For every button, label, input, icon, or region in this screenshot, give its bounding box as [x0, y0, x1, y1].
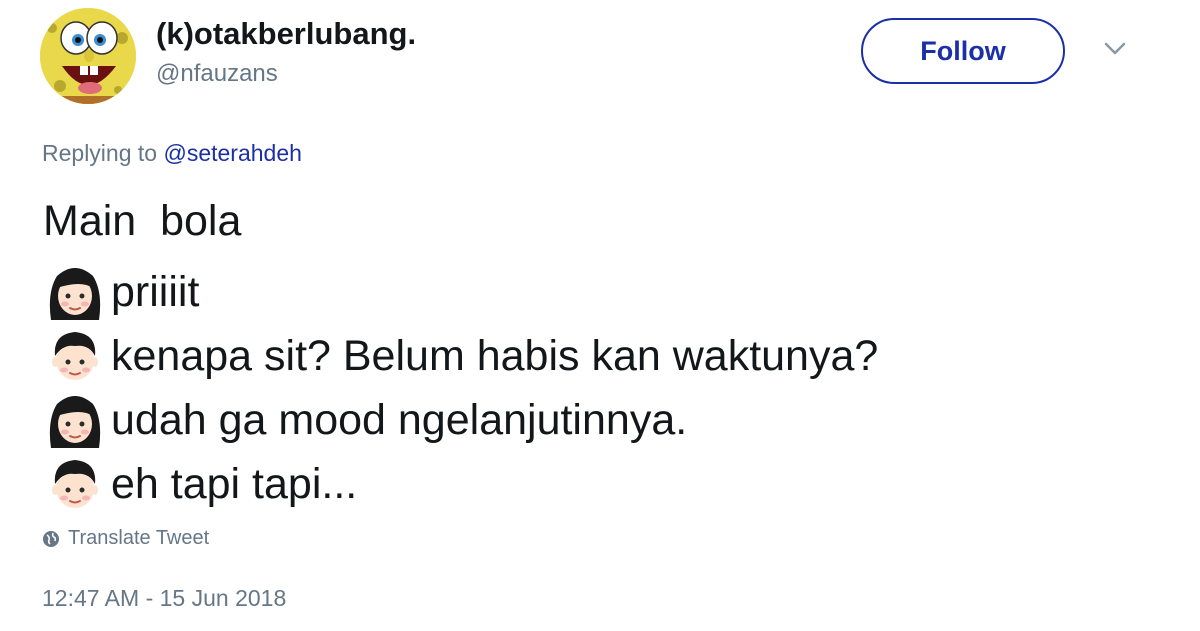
tweet-timestamp[interactable]: 12:47 AM - 15 Jun 2018 — [42, 585, 286, 612]
tweet-menu-button[interactable] — [1100, 36, 1130, 62]
tweet-line-5: eh tapi tapi... — [43, 454, 357, 514]
tweet-line-text: Main bola — [43, 197, 242, 245]
tweet-line-text: eh tapi tapi... — [111, 460, 358, 508]
tweet-line-text: priiiit — [111, 268, 200, 316]
spongebob-avatar-icon — [40, 8, 136, 104]
display-name[interactable]: (k)otakberlubang. — [156, 16, 416, 52]
tweet-line-2: priiiit — [43, 262, 199, 322]
boy-face-icon — [52, 460, 98, 508]
translate-label: Translate Tweet — [68, 527, 210, 549]
woman-face-icon — [49, 396, 101, 448]
boy-face-icon — [52, 332, 98, 380]
avatar[interactable] — [40, 8, 136, 104]
chevron-down-icon — [1104, 42, 1126, 55]
user-handle[interactable]: @nfauzans — [156, 60, 278, 88]
tweet-line-4: udah ga mood ngelanjutinnya. — [43, 390, 687, 450]
globe-icon — [43, 530, 59, 547]
tweet-line-text: kenapa sit? Belum habis kan waktunya? — [111, 332, 879, 380]
replying-prefix: Replying to — [42, 140, 164, 166]
tweet-line-text: udah ga mood ngelanjutinnya. — [111, 396, 688, 444]
tweet-line-1: Main bola — [43, 193, 241, 249]
tweet-line-3: kenapa sit? Belum habis kan waktunya? — [43, 326, 878, 386]
tweet-card: (k)otakberlubang. @nfauzans Follow Reply… — [0, 0, 1200, 631]
replying-to: Replying to @seterahdeh — [42, 140, 302, 167]
translate-tweet-link[interactable]: Translate Tweet — [42, 527, 209, 550]
follow-button[interactable]: Follow — [861, 18, 1065, 84]
woman-face-icon — [49, 268, 101, 320]
replying-mention-link[interactable]: @seterahdeh — [163, 140, 301, 166]
